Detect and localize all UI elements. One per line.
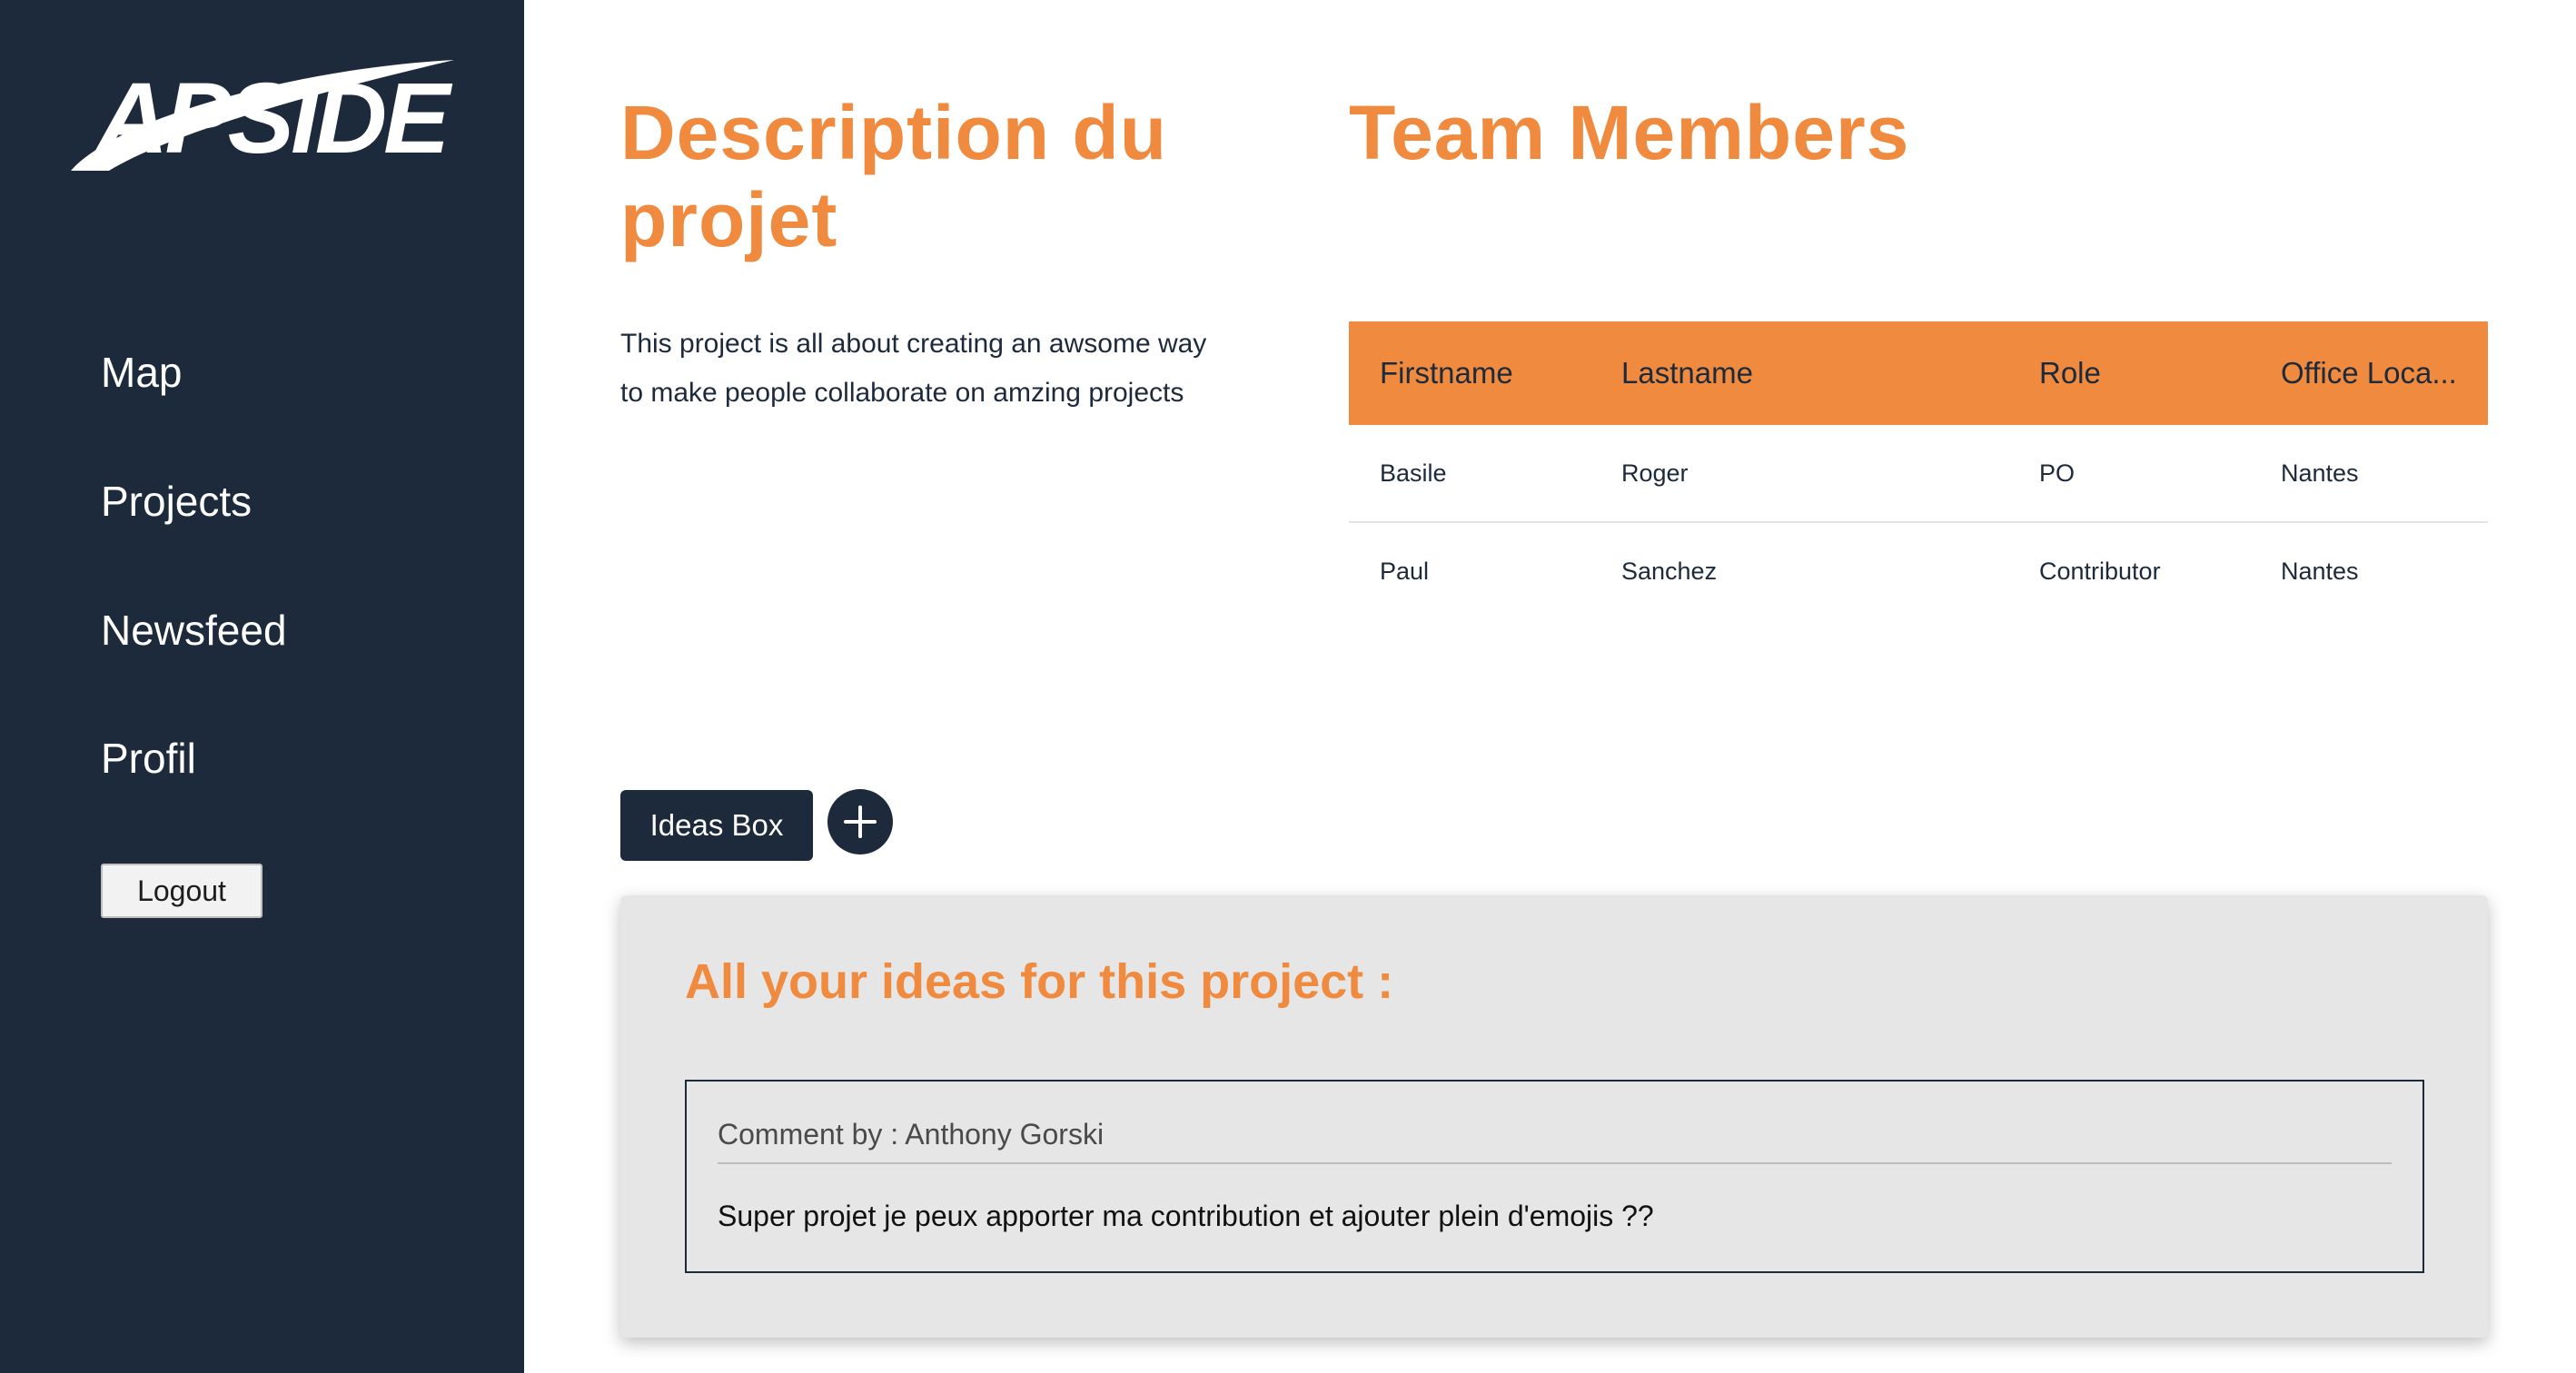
table-row[interactable]: Basile Roger PO Nantes — [1349, 425, 2488, 523]
plus-icon — [844, 805, 877, 838]
table-header-row: Firstname Lastname Role Office Loca... — [1349, 321, 2488, 425]
cell-office-location: Nantes — [2281, 557, 2359, 585]
comment-text: Super projet je peux apporter ma contrib… — [718, 1200, 1654, 1232]
team-table: Firstname Lastname Role Office Loca... B… — [1349, 321, 2488, 619]
column-header-role[interactable]: Role — [2008, 321, 2250, 425]
description-text: This project is all about creating an aw… — [620, 329, 1207, 408]
table-row[interactable]: Paul Sanchez Contributor Nantes — [1349, 522, 2488, 619]
cell-lastname: Sanchez — [1621, 557, 1718, 585]
apside-logo[interactable]: APSIDE — [62, 54, 461, 177]
ideas-panel-title: All your ideas for this project : — [685, 954, 1394, 1009]
column-header-firstname[interactable]: Firstname — [1349, 321, 1590, 425]
logout-button[interactable]: Logout — [101, 864, 263, 918]
ideas-box-button[interactable]: Ideas Box — [620, 790, 813, 861]
column-header-office-location[interactable]: Office Loca... — [2250, 321, 2488, 425]
logo-text: APSIDE — [94, 63, 453, 174]
cell-firstname: Paul — [1380, 557, 1430, 585]
ideas-panel: All your ideas for this project : Commen… — [620, 895, 2488, 1338]
column-header-lastname[interactable]: Lastname — [1590, 321, 2008, 425]
description-title: Description du projet — [620, 90, 1168, 262]
team-title: Team Members — [1349, 90, 1910, 175]
cell-office-location: Nantes — [2250, 425, 2488, 523]
add-idea-button[interactable] — [827, 789, 893, 854]
cell-role: PO — [2008, 425, 2250, 523]
comment-author: Comment by : Anthony Gorski — [718, 1118, 1105, 1151]
cell-firstname: Basile — [1349, 425, 1590, 523]
sidebar-item-map[interactable]: Map — [101, 348, 182, 397]
cell-lastname: Roger — [1590, 425, 2008, 523]
sidebar-item-newsfeed[interactable]: Newsfeed — [101, 606, 287, 655]
sidebar: APSIDE Map Projects Newsfeed Profil Logo… — [0, 0, 524, 1373]
comment-card: Comment by : Anthony Gorski Super projet… — [685, 1080, 2424, 1273]
sidebar-item-profil[interactable]: Profil — [101, 734, 196, 783]
comment-divider — [718, 1162, 2392, 1164]
sidebar-item-projects[interactable]: Projects — [101, 477, 252, 526]
cell-role: Contributor — [2039, 557, 2161, 585]
